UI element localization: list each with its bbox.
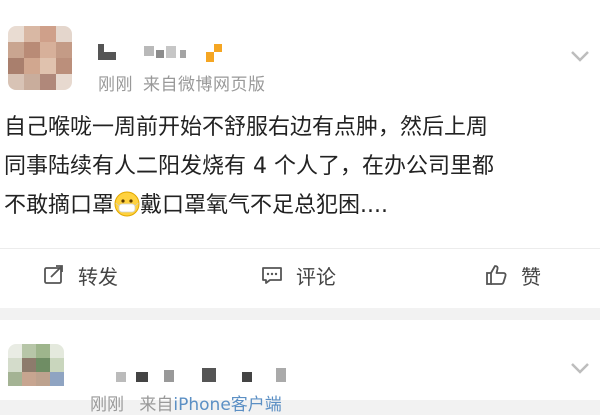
like-label: 赞 xyxy=(521,264,541,289)
post-content: 自己喉咙一周前开始不舒服右边有点肿，然后上周 同事陆续有人二阳发烧有 4 个人了… xyxy=(4,108,600,225)
user-avatar[interactable] xyxy=(8,26,72,90)
like-button[interactable]: 赞 xyxy=(485,258,541,292)
weibo-post-card: 刚刚 来自微博网页版 自己喉咙一周前开始不舒服右边有点肿，然后上周 同事陆续有人二… xyxy=(0,0,600,308)
comment-label: 评论 xyxy=(296,264,336,289)
post-source-prefix-2: 来自 xyxy=(139,395,174,415)
post-time-2: 刚刚 xyxy=(90,395,124,415)
username-pixelated[interactable] xyxy=(98,44,298,62)
thumbs-up-icon xyxy=(486,265,507,285)
post-line-2: 同事陆续有人二阳发烧有 4 个人了，在办公司里都 xyxy=(4,154,494,179)
comment-button[interactable]: 评论 xyxy=(260,258,336,292)
user-avatar-2[interactable] xyxy=(8,344,64,400)
chevron-down-icon-2[interactable] xyxy=(560,348,600,388)
post-source: 来自微博网页版 xyxy=(143,75,266,95)
post-meta-2: 刚刚 来自iPhone客户端 xyxy=(90,390,282,415)
chevron-down-icon[interactable] xyxy=(560,36,600,76)
comment-icon xyxy=(262,267,282,284)
post-meta: 刚刚 来自微博网页版 xyxy=(98,70,266,95)
post-time: 刚刚 xyxy=(98,75,133,95)
mask-face-icon xyxy=(114,191,140,217)
post-source-link-2[interactable]: iPhone客户端 xyxy=(173,395,281,415)
divider xyxy=(0,248,600,249)
forward-button[interactable]: 转发 xyxy=(42,258,118,292)
forward-label: 转发 xyxy=(78,264,118,289)
post-line-3: 不敢摘口罩 xyxy=(4,193,115,218)
username-pixelated-2[interactable] xyxy=(98,368,298,386)
weibo-post-card-2: 刚刚 来自iPhone客户端 xyxy=(0,320,600,415)
post-line-1: 自己喉咙一周前开始不舒服右边有点肿，然后上周 xyxy=(4,115,489,140)
share-icon xyxy=(44,265,63,284)
post-line-4: 戴口罩氧气不足总犯困.... xyxy=(140,193,388,218)
